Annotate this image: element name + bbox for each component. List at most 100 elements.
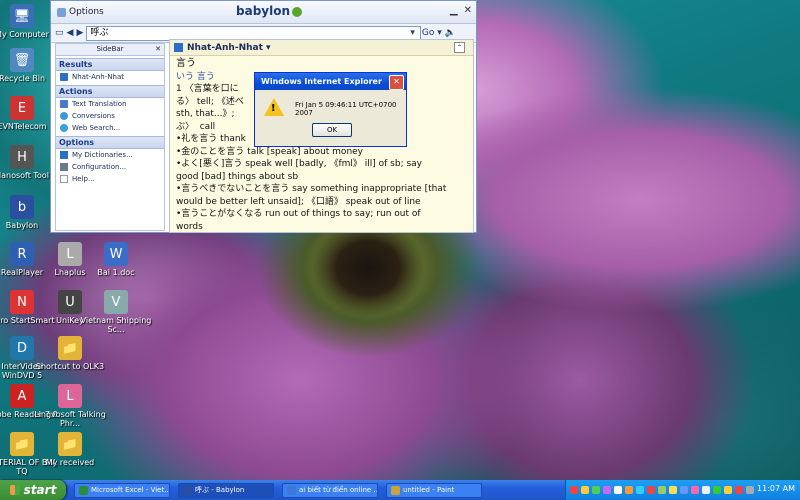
- tray-icon[interactable]: [636, 486, 644, 494]
- help-icon: [60, 175, 68, 183]
- desktop-icon-image: U: [58, 290, 82, 314]
- tray-icon[interactable]: [614, 486, 622, 494]
- section-actions: Actions: [56, 85, 164, 98]
- tray-icon[interactable]: [592, 486, 600, 494]
- minimize-icon[interactable]: ▁: [450, 5, 458, 16]
- entry-line: •言うことがなくなる run out of things to say; run…: [176, 209, 421, 219]
- book-icon: [60, 73, 68, 81]
- tray-icon[interactable]: [691, 486, 699, 494]
- back-arrow-icon[interactable]: ◀: [67, 28, 74, 38]
- clock[interactable]: 11:07 AM: [757, 484, 795, 493]
- sidebar-header: SideBar ✕: [56, 44, 164, 56]
- desktop-icon[interactable]: V Vietnam Shipping Sc...: [80, 290, 152, 334]
- babylon-titlebar[interactable]: Options babylon ▁ ✕: [51, 1, 476, 24]
- tray-icon[interactable]: [724, 486, 732, 494]
- start-button[interactable]: start: [0, 480, 66, 500]
- entry-line: would be better left unsaid]; 《口語》 speak…: [176, 196, 421, 207]
- desktop-icon-label: Lingvosoft Talking Phr...: [34, 410, 106, 428]
- ie-alert-dialog: Windows Internet Explorer ✕ ! Fri Jan 5 …: [254, 72, 407, 147]
- desktop-icon[interactable]: 📁 Shortcut to OLK3: [34, 336, 106, 371]
- dictionary-name[interactable]: Nhat-Anh-Nhat ▾: [187, 43, 271, 53]
- dictionary-header: Nhat-Anh-Nhat ▾ ⌃: [170, 40, 473, 56]
- book-icon: [174, 43, 183, 52]
- entry-word: 言う: [176, 58, 196, 69]
- taskbar-button[interactable]: Microsoft Excel - Viet...: [74, 482, 170, 498]
- desktop-icon-image: 📁: [58, 336, 82, 360]
- taskbar-button[interactable]: untitled - Paint: [386, 482, 482, 498]
- window-icon[interactable]: ▭: [55, 28, 64, 38]
- result-item[interactable]: Nhat-Anh-Nhat: [56, 71, 164, 83]
- desktop-icon-image: D: [10, 336, 34, 360]
- tray-icon[interactable]: [735, 486, 743, 494]
- desktop-icon[interactable]: W Bai 1.doc: [80, 242, 152, 277]
- desktop-icon-image: A: [10, 384, 34, 408]
- tray-icon[interactable]: [669, 486, 677, 494]
- action-conversions[interactable]: Conversions: [56, 110, 164, 122]
- section-options: Options: [56, 136, 164, 149]
- collapse-icon[interactable]: ⌃: [454, 42, 465, 53]
- forward-arrow-icon[interactable]: ▶: [76, 28, 83, 38]
- sidebar-close-icon[interactable]: ✕: [155, 44, 161, 55]
- tray-icon[interactable]: [702, 486, 710, 494]
- desktop-icon[interactable]: L Lingvosoft Talking Phr...: [34, 384, 106, 428]
- entry-line: good [bad] things about sb: [176, 171, 299, 182]
- dialog-close-icon[interactable]: ✕: [389, 75, 404, 90]
- entry-line: •金のことを言う talk [speak] about money: [176, 146, 364, 157]
- action-web-search[interactable]: Web Search...: [56, 122, 164, 134]
- options-icon[interactable]: [57, 7, 66, 17]
- wrench-icon: [60, 163, 68, 171]
- tray-icon[interactable]: [680, 486, 688, 494]
- ok-button[interactable]: OK: [312, 123, 352, 137]
- desktop-icon-label: Vietnam Shipping Sc...: [80, 316, 152, 334]
- taskbar-button[interactable]: 呼ぶ - Babylon: [178, 482, 274, 498]
- dropdown-arrow-icon[interactable]: ▾: [410, 28, 415, 38]
- windows-flag-icon: [9, 485, 20, 495]
- desktop-icon-image: 🗑: [10, 48, 34, 72]
- go-button[interactable]: Go ▾: [422, 28, 442, 38]
- warning-icon: !: [264, 98, 284, 116]
- desktop-icon-image: L: [58, 242, 82, 266]
- desktop-icon-image: R: [10, 242, 34, 266]
- option-help[interactable]: Help...: [56, 173, 164, 185]
- desktop-icon-image: L: [58, 384, 82, 408]
- options-label[interactable]: Options: [69, 7, 104, 17]
- desktop-icon-label: Shortcut to OLK3: [35, 362, 105, 371]
- system-tray: 11:07 AM: [565, 480, 800, 500]
- text-translation-icon: [60, 100, 68, 108]
- speaker-icon[interactable]: 🔈: [445, 28, 456, 38]
- desktop-icon-image: 📁: [58, 432, 82, 456]
- tray-icon[interactable]: [625, 486, 633, 494]
- task-icon: [391, 485, 400, 495]
- task-label: ai biết từ điển online ...: [299, 486, 378, 494]
- dictionaries-icon: [60, 151, 68, 159]
- option-configuration[interactable]: Configuration...: [56, 161, 164, 173]
- task-label: Microsoft Excel - Viet...: [91, 486, 170, 494]
- task-icon: [183, 485, 192, 495]
- dialog-titlebar[interactable]: Windows Internet Explorer ✕: [255, 73, 406, 90]
- desktop-icon-image: H: [10, 145, 34, 169]
- desktop-icon-image: V: [104, 290, 128, 314]
- task-label: untitled - Paint: [403, 486, 455, 494]
- sidebar-title: SideBar: [96, 45, 124, 53]
- tray-icon[interactable]: [603, 486, 611, 494]
- globe-icon: [60, 124, 68, 132]
- tray-icon[interactable]: [647, 486, 655, 494]
- sidebar: SideBar ✕ Results Nhat-Anh-Nhat Actions …: [55, 43, 165, 231]
- start-label: start: [23, 483, 57, 497]
- option-my-dictionaries[interactable]: My Dictionaries...: [56, 149, 164, 161]
- desktop-icon-image: N: [10, 290, 34, 314]
- desktop-icon-image: 📁: [10, 432, 34, 456]
- desktop-icon[interactable]: 📁 My received: [34, 432, 106, 467]
- tray-icon[interactable]: [581, 486, 589, 494]
- desktop-icon-image: E: [10, 96, 34, 120]
- dialog-title: Windows Internet Explorer: [261, 77, 382, 86]
- tray-icon[interactable]: [746, 486, 754, 494]
- tray-icon[interactable]: [570, 486, 578, 494]
- close-icon[interactable]: ✕: [464, 5, 472, 16]
- section-results: Results: [56, 58, 164, 71]
- tray-icon[interactable]: [713, 486, 721, 494]
- taskbar-button[interactable]: ai biết từ điển online ...: [282, 482, 378, 498]
- action-text-translation[interactable]: Text Translation: [56, 98, 164, 110]
- task-icon: [287, 485, 296, 495]
- tray-icon[interactable]: [658, 486, 666, 494]
